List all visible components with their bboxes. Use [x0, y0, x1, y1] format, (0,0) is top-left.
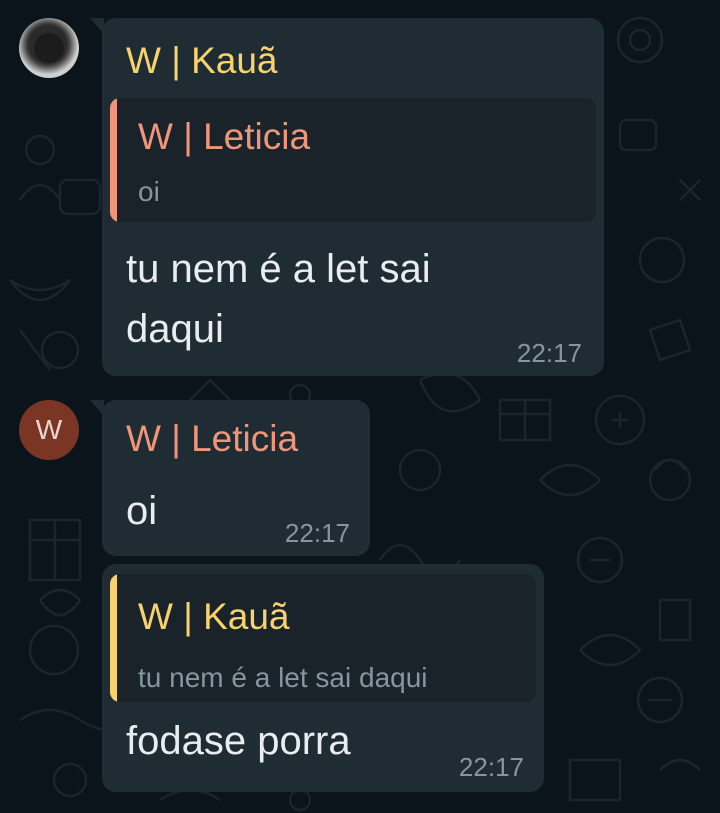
sender-name[interactable]: W | Kauã [126, 40, 278, 82]
message-bubble-incoming[interactable]: W | Leticia oi 22:17 [90, 400, 370, 556]
message-timestamp: 22:17 [458, 752, 524, 782]
message-timestamp: 22:17 [284, 518, 350, 548]
message-timestamp: 22:17 [516, 338, 582, 368]
quoted-message[interactable]: W | Kauã tu nem é a let sai daqui [110, 574, 536, 702]
quoted-sender-name: W | Leticia [138, 116, 311, 157]
message-text-line: fodase porra [126, 719, 351, 763]
message-bubble-incoming[interactable]: W | Kauã tu nem é a let sai daqui fodase… [102, 564, 544, 792]
bubble-tail [90, 18, 104, 34]
quoted-sender-name: W | Kauã [138, 596, 290, 637]
message-text-line: oi [126, 489, 158, 533]
sender-avatar-letter[interactable]: W [19, 400, 79, 460]
sender-avatar-photo[interactable] [19, 18, 79, 78]
bubble-tail [90, 400, 104, 416]
quote-accent-bar [110, 98, 117, 222]
message-text-line: tu nem é a let sai [126, 247, 431, 291]
profile-photo-icon [34, 33, 64, 63]
sender-name[interactable]: W | Leticia [126, 418, 298, 460]
message-text-line: daqui [126, 307, 224, 351]
letter-avatar-icon: W [35, 414, 63, 445]
quoted-message[interactable]: W | Leticia oi [110, 98, 596, 222]
quote-accent-bar [110, 574, 117, 702]
message-bubble-incoming[interactable]: W | Kauã W | Leticia oi tu nem é a let s… [90, 18, 604, 376]
quoted-message-text: tu nem é a let sai daqui [138, 662, 428, 693]
quoted-message-text: oi [138, 176, 160, 207]
